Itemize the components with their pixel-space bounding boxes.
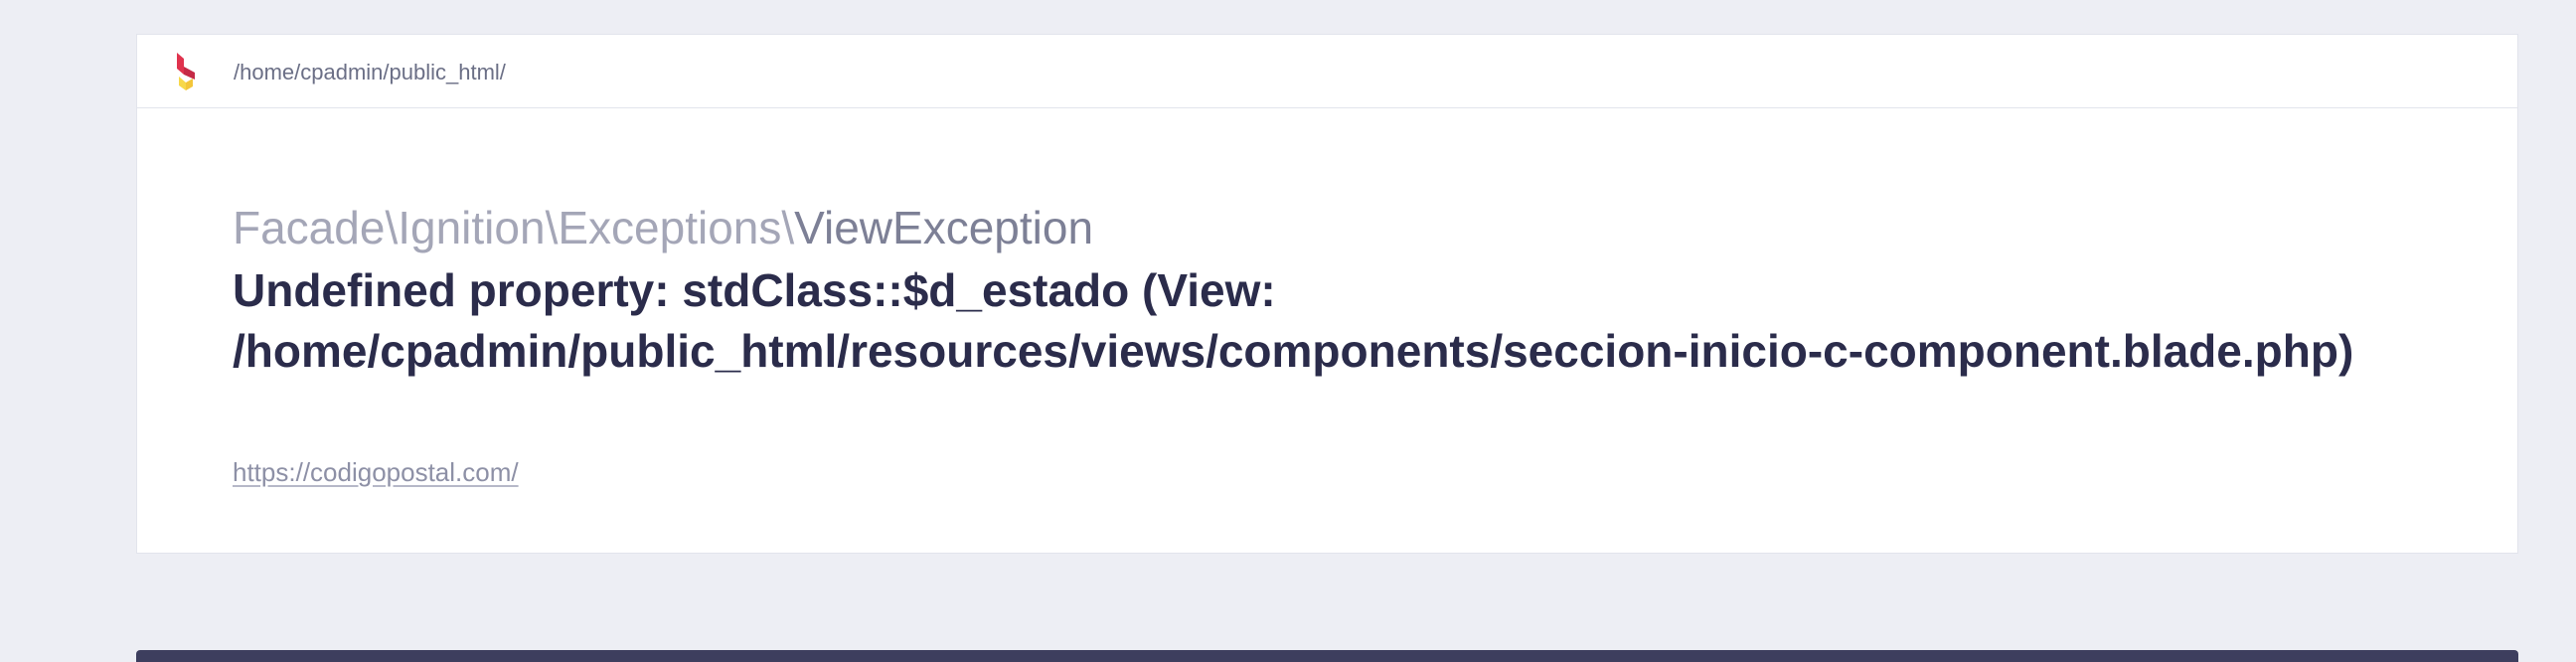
ignition-flame-icon bbox=[177, 53, 195, 90]
exception-short-class: ViewException bbox=[794, 202, 1094, 253]
namespace-separator: \ bbox=[781, 202, 795, 253]
application-path: /home/cpadmin/public_html/ bbox=[234, 60, 506, 84]
namespace-part: Facade bbox=[233, 202, 386, 253]
namespace-part: Ignition bbox=[398, 202, 546, 253]
stack-trace-panel-top bbox=[136, 650, 2518, 662]
exception-class-name: Facade\Ignition\Exceptions\ViewException bbox=[233, 200, 1093, 255]
request-url-link[interactable]: https://codigopostal.com/ bbox=[233, 457, 519, 487]
error-header-bar: /home/cpadmin/public_html/ bbox=[137, 35, 2517, 108]
namespace-separator: \ bbox=[545, 202, 559, 253]
namespace-separator: \ bbox=[385, 202, 399, 253]
error-card: /home/cpadmin/public_html/ Facade\Igniti… bbox=[136, 34, 2518, 554]
namespace-part: Exceptions bbox=[558, 202, 782, 253]
exception-message: Undefined property: stdClass::$d_estado … bbox=[233, 264, 2354, 377]
